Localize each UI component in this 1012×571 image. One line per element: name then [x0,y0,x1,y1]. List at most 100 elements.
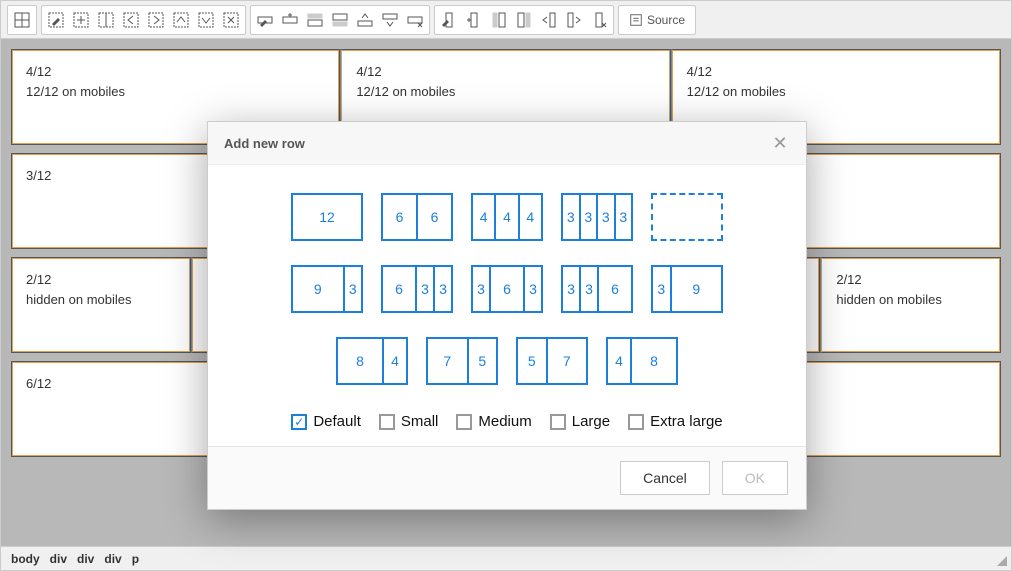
layout-option[interactable]: 84 [336,337,408,385]
path-item[interactable]: div [104,552,121,566]
layout-cell: 8 [338,339,382,383]
layout-cell: 3 [563,267,579,311]
col-text: hidden on mobiles [836,290,986,310]
row-after-icon[interactable] [328,8,352,32]
layout-option[interactable]: 39 [651,265,723,313]
layout-cell: 3 [614,195,632,239]
checkbox-icon [550,414,566,430]
path-item[interactable]: div [77,552,94,566]
delete-cell-icon[interactable] [219,8,243,32]
layout-cell: 4 [382,339,406,383]
insert-grid-icon[interactable] [10,8,34,32]
layout-option[interactable]: 3333 [561,193,633,241]
layout-cell: 3 [523,267,541,311]
col-text: 2/12 [836,270,986,290]
path-item[interactable]: div [50,552,67,566]
layout-cell: 6 [383,267,415,311]
toolbar-group-layout [41,5,246,35]
checkbox-icon [379,414,395,430]
add-col-icon[interactable] [462,8,486,32]
grid-col[interactable]: 2/12 hidden on mobiles [11,257,191,353]
layout-cell: 5 [518,339,546,383]
edit-col-icon[interactable] [437,8,461,32]
toolbar: Source [1,1,1011,39]
col-after-icon[interactable] [512,8,536,32]
row-down-icon[interactable] [378,8,402,32]
layout-option[interactable]: 363 [471,265,543,313]
col-before-icon[interactable] [487,8,511,32]
layout-cell: 3 [473,267,489,311]
layout-option[interactable]: 75 [426,337,498,385]
checkbox-label: Medium [478,413,531,430]
resize-grip-icon[interactable] [997,556,1007,566]
grid-col[interactable]: 2/12 hidden on mobiles [820,257,1001,353]
toolbar-group-row [250,5,430,35]
source-button[interactable]: Source [621,8,693,32]
breakpoint-checkbox[interactable]: Small [379,413,439,430]
checkbox-checked-icon: ✓ [291,414,307,430]
col-text: hidden on mobiles [26,290,176,310]
layout-cell: 9 [670,267,722,311]
cancel-button[interactable]: Cancel [620,461,710,495]
layout-row: 12 66 444 3333 [291,193,723,241]
split-cell-icon[interactable] [94,8,118,32]
layout-option[interactable]: 66 [381,193,453,241]
layout-option[interactable]: 48 [606,337,678,385]
layout-option[interactable] [651,193,723,241]
move-down-icon[interactable] [194,8,218,32]
add-cell-icon[interactable] [69,8,93,32]
layout-cell: 6 [383,195,416,239]
layout-cell: 5 [467,339,497,383]
dialog-body: 12664443333936333633363984755748 ✓Defaul… [208,165,806,446]
layout-cell: 4 [494,195,517,239]
add-row-icon[interactable] [278,8,302,32]
layout-cell: 7 [428,339,467,383]
layout-options: 12664443333936333633363984755748 [232,193,782,385]
close-icon[interactable]: ✕ [770,134,790,152]
col-left-icon[interactable] [537,8,561,32]
layout-option[interactable]: 336 [561,265,633,313]
row-before-icon[interactable] [303,8,327,32]
layout-cell: 3 [596,195,614,239]
toolbar-group-column [434,5,614,35]
move-left-icon[interactable] [119,8,143,32]
layout-option[interactable]: 633 [381,265,453,313]
col-text: 2/12 [26,270,176,290]
move-up-icon[interactable] [169,8,193,32]
row-up-icon[interactable] [353,8,377,32]
breakpoint-checkbox[interactable]: Extra large [628,413,723,430]
checkbox-icon [628,414,644,430]
path-item[interactable]: p [132,552,139,566]
ok-button[interactable]: OK [722,461,788,495]
checkbox-label: Large [572,413,610,430]
edit-cell-icon[interactable] [44,8,68,32]
breakpoint-checkbox[interactable]: Medium [456,413,531,430]
layout-cell: 3 [579,195,597,239]
path-item[interactable]: body [11,552,40,566]
layout-option[interactable]: 57 [516,337,588,385]
edit-row-icon[interactable] [253,8,277,32]
layout-option[interactable]: 12 [291,193,363,241]
breakpoint-checkbox[interactable]: Large [550,413,610,430]
layout-row: 84755748 [336,337,678,385]
layout-option[interactable]: 93 [291,265,363,313]
delete-row-icon[interactable] [403,8,427,32]
col-right-icon[interactable] [562,8,586,32]
layout-cell: 12 [293,195,361,239]
move-right-icon[interactable] [144,8,168,32]
col-text: 12/12 on mobiles [687,82,986,102]
layout-option[interactable]: 444 [471,193,543,241]
layout-cell: 4 [608,339,630,383]
source-label: Source [647,13,685,27]
layout-cell: 3 [653,267,670,311]
layout-cell: 6 [489,267,523,311]
dialog-title: Add new row [224,136,305,151]
layout-cell: 3 [563,195,579,239]
layout-cell: 3 [343,267,362,311]
layout-cell: 4 [473,195,494,239]
checkbox-label: Extra large [650,413,723,430]
delete-col-icon[interactable] [587,8,611,32]
layout-cell: 3 [415,267,433,311]
col-text: 4/12 [687,62,986,82]
breakpoint-checkbox[interactable]: ✓Default [291,413,361,430]
